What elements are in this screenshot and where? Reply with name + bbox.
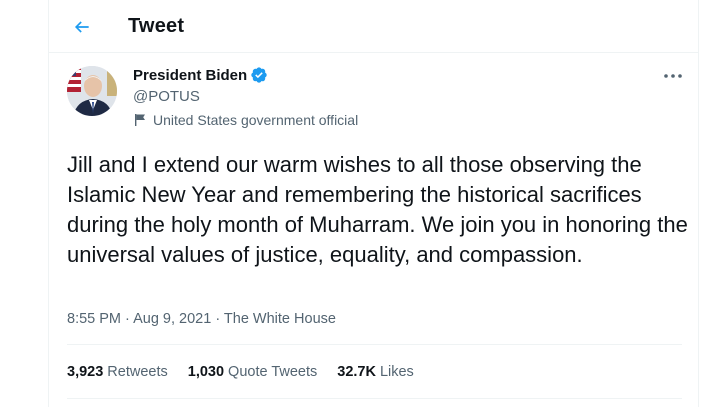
quote-tweets-count: 1,030 [187, 364, 225, 380]
avatar-image [67, 66, 117, 116]
divider [67, 344, 682, 345]
author-handle[interactable]: @POTUS [133, 88, 200, 105]
retweets-count: 3,923 [67, 364, 104, 380]
author-name[interactable]: President Biden [133, 66, 268, 84]
likes-label: Likes [379, 364, 414, 380]
tweet-column: Tweet President Biden @POTUS United Stat… [48, 0, 699, 407]
author-name-text: President Biden [133, 66, 248, 84]
more-dots-icon [664, 74, 682, 78]
more-options-button[interactable] [659, 64, 687, 88]
tweet-stats: 3,923 Retweets 1,030 Quote Tweets 32.7K Lik… [67, 364, 414, 380]
page-header: Tweet [49, 0, 698, 53]
flag-icon [135, 114, 145, 126]
avatar[interactable] [67, 66, 117, 116]
arrow-left-icon [74, 21, 89, 33]
divider [67, 398, 682, 399]
retweets-label: Retweets [107, 364, 168, 380]
retweets-stat[interactable]: 3,923 Retweets [67, 364, 168, 380]
quote-tweets-stat[interactable]: 1,030 Quote Tweets [188, 364, 318, 380]
verified-badge-icon [251, 67, 267, 83]
likes-count: 32.7K [337, 364, 376, 380]
tweet-source[interactable]: The White House [224, 311, 336, 327]
tweet-timestamp[interactable]: 8:55 PM · Aug 9, 2021 · [67, 311, 224, 327]
likes-stat[interactable]: 32.7K Likes [337, 364, 414, 380]
government-label[interactable]: United States government official [133, 112, 358, 128]
page-title: Tweet [128, 15, 185, 37]
back-button[interactable] [65, 10, 99, 44]
government-label-text: United States government official [153, 112, 359, 128]
quote-tweets-label: Quote Tweets [228, 364, 318, 380]
tweet-text: Jill and I extend our warm wishes to all… [67, 152, 688, 267]
screenshot-frame: Tweet President Biden @POTUS United Stat… [0, 0, 725, 407]
tweet-metadata: 8:55 PM · Aug 9, 2021 · The White House [67, 311, 336, 327]
